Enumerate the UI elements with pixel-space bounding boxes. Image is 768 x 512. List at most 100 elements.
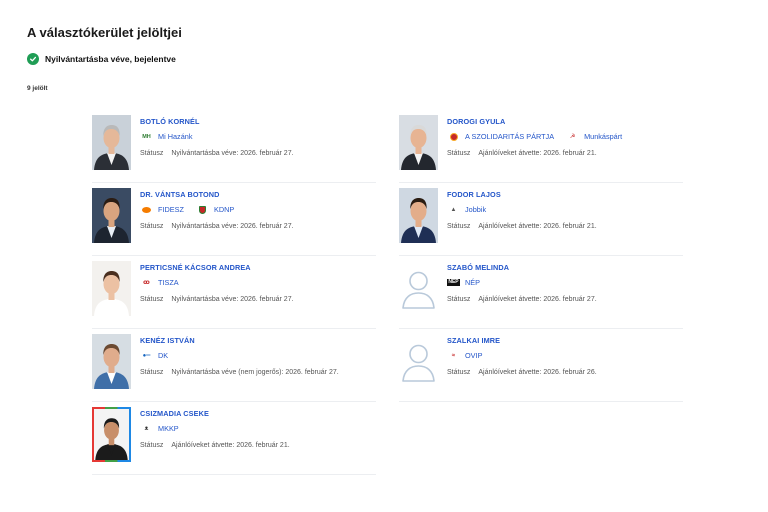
candidate-status: Státusz Nyilvántartásba véve: 2026. febru… (140, 150, 294, 157)
candidate-count: 9 jelölt (27, 85, 48, 92)
candidate-name-link[interactable]: DOROGI GYULA (447, 117, 505, 126)
status-key: Státusz (140, 369, 164, 376)
party-name: A SZOLIDARITÁS PÁRTJA (465, 132, 555, 141)
portrait-photo (92, 407, 131, 462)
status-value: Ajánlóíveket átvette: 2026. február 26. (478, 369, 597, 376)
mkkp-logo-icon: ᴥ (144, 425, 149, 432)
candidate-parties: ●═ DK (140, 351, 169, 360)
party-name: TISZA (158, 278, 179, 287)
candidate-status: Státusz Ajánlóíveket átvette: 2026. febru… (140, 442, 290, 449)
candidate-parties: ≈ OVIP (447, 351, 483, 360)
portrait-photo (399, 115, 438, 170)
candidate-name-link[interactable]: KENÉZ ISTVÁN (140, 336, 195, 345)
check-circle-icon (27, 53, 39, 65)
status-key: Státusz (447, 150, 471, 157)
party-name: NÉP (465, 278, 481, 287)
party-link[interactable]: FIDESZ (140, 205, 184, 214)
candidate-parties: A SZOLIDARITÁS PÁRTJA ☭ Munkáspárt (447, 132, 622, 141)
status-key: Státusz (140, 223, 164, 230)
candidate-card: SZABÓ MELINDA NÉP NÉP Státusz Ajánlóíveket á… (399, 256, 683, 329)
candidate-status: Státusz Nyilvántartásba véve: 2026. febru… (140, 296, 294, 303)
status-value: Nyilvántartásba véve: 2026. február 27. (171, 296, 294, 303)
party-link[interactable]: MH Mi Hazánk (140, 132, 192, 141)
nep-logo-icon: NÉP (447, 279, 460, 286)
candidate-parties: FIDESZ KDNP (140, 205, 234, 214)
candidate-card: DR. VÁNTSA BOTOND FIDESZ KDNP Státusz Nyilvá… (92, 183, 376, 256)
candidate-name-link[interactable]: DR. VÁNTSA BOTOND (140, 190, 220, 199)
candidate-parties: ꝏ TISZA (140, 278, 179, 287)
candidate-parties: ᴥ MKKP (140, 424, 179, 433)
party-name: MKKP (158, 424, 179, 433)
munkaspart-logo-icon: ☭ (569, 134, 576, 140)
candidate-card: CSIZMADIA CSEKE ᴥ MKKP Státusz Ajánlóíveket … (92, 402, 376, 475)
party-name: OVIP (465, 351, 483, 360)
candidate-status: Státusz Ajánlóíveket átvette: 2026. febru… (447, 223, 597, 230)
status-value: Ajánlóíveket átvette: 2026. február 21. (478, 223, 597, 230)
status-key: Státusz (447, 223, 471, 230)
portrait-photo (399, 188, 438, 243)
status-key: Státusz (140, 150, 164, 157)
portrait-photo (92, 115, 131, 170)
page-title: A választókerület jelöltjei (27, 25, 182, 40)
status-key: Státusz (447, 369, 471, 376)
party-link[interactable]: NÉP NÉP (447, 278, 480, 287)
candidate-parties: ▲ Jobbik (447, 205, 487, 214)
candidate-card: SZALKAI IMRE ≈ OVIP Státusz Ajánlóíveket átv… (399, 329, 683, 402)
party-name: Mi Hazánk (158, 132, 193, 141)
candidate-parties: MH Mi Hazánk (140, 132, 192, 141)
party-name: DK (158, 351, 169, 360)
jobbik-logo-icon: ▲ (450, 206, 457, 213)
party-link[interactable]: ≈ OVIP (447, 351, 483, 360)
status-key: Státusz (140, 442, 164, 449)
candidate-status: Státusz Ajánlóíveket átvette: 2026. febru… (447, 150, 597, 157)
user-placeholder-icon (399, 261, 438, 316)
candidate-card: PERTICSNÉ KÁCSOR ANDREA ꝏ TISZA Státusz Nyil… (92, 256, 376, 329)
portrait-photo (92, 188, 131, 243)
candidate-name-link[interactable]: CSIZMADIA CSEKE (140, 409, 209, 418)
district-status: Nyilvántartásba véve, bejelentve (27, 53, 176, 65)
candidate-column-right: DOROGI GYULA A SZOLIDARITÁS PÁRTJA ☭ Munkás… (399, 110, 683, 402)
user-placeholder-icon (399, 334, 438, 389)
status-value: Nyilvántartásba véve (nem jogerős): 2026… (171, 369, 339, 376)
party-link[interactable]: A SZOLIDARITÁS PÁRTJA (447, 132, 554, 141)
status-value: Ajánlóíveket átvette: 2026. február 27. (478, 296, 597, 303)
status-value: Ajánlóíveket átvette: 2026. február 21. (171, 442, 290, 449)
candidate-name-link[interactable]: SZABÓ MELINDA (447, 263, 509, 272)
status-key: Státusz (447, 296, 471, 303)
candidate-name-link[interactable]: SZALKAI IMRE (447, 336, 500, 345)
party-link[interactable]: ☭ Munkáspárt (566, 132, 622, 141)
candidate-status: Státusz Ajánlóíveket átvette: 2026. febru… (447, 296, 597, 303)
candidate-name-link[interactable]: PERTICSNÉ KÁCSOR ANDREA (140, 263, 251, 272)
district-status-text: Nyilvántartásba véve, bejelentve (45, 54, 176, 64)
party-name: Jobbik (465, 205, 487, 214)
candidate-parties: NÉP NÉP (447, 278, 480, 287)
candidate-card: KENÉZ ISTVÁN ●═ DK Státusz Nyilvántartásba v… (92, 329, 376, 402)
portrait-photo (92, 261, 131, 316)
party-link[interactable]: ●═ DK (140, 351, 169, 360)
status-value: Ajánlóíveket átvette: 2026. február 21. (478, 150, 597, 157)
mi-hazank-logo-icon: MH (142, 133, 151, 140)
dk-logo-icon: ●═ (142, 352, 151, 359)
candidate-card: BOTLÓ KORNÉL MH Mi Hazánk Státusz Nyilvántar… (92, 110, 376, 183)
szolidaritas-logo-icon (447, 132, 460, 141)
portrait-photo (92, 334, 131, 389)
candidate-status: Státusz Ajánlóíveket átvette: 2026. febru… (447, 369, 597, 376)
party-link[interactable]: ᴥ MKKP (140, 424, 179, 433)
candidate-card: FODOR LAJOS ▲ Jobbik Státusz Ajánlóíveket át… (399, 183, 683, 256)
status-value: Nyilvántartásba véve: 2026. február 27. (171, 223, 294, 230)
party-name: FIDESZ (158, 205, 184, 214)
party-link[interactable]: ▲ Jobbik (447, 205, 487, 214)
candidate-status: Státusz Nyilvántartásba véve: 2026. febru… (140, 223, 294, 230)
candidate-column-left: BOTLÓ KORNÉL MH Mi Hazánk Státusz Nyilvántar… (92, 110, 376, 475)
ovip-logo-icon: ≈ (451, 352, 456, 359)
tisza-logo-icon: ꝏ (143, 280, 150, 286)
status-value: Nyilvántartásba véve: 2026. február 27. (171, 150, 294, 157)
candidate-status: Státusz Nyilvántartásba véve (nem jogerős… (140, 369, 339, 376)
party-link[interactable]: ꝏ TISZA (140, 278, 179, 287)
party-link[interactable]: KDNP (196, 205, 234, 214)
party-name: KDNP (213, 205, 235, 214)
candidate-name-link[interactable]: FODOR LAJOS (447, 190, 501, 199)
candidate-card: DOROGI GYULA A SZOLIDARITÁS PÁRTJA ☭ Munkás… (399, 110, 683, 183)
party-name: Munkáspárt (584, 132, 623, 141)
candidate-name-link[interactable]: BOTLÓ KORNÉL (140, 117, 200, 126)
